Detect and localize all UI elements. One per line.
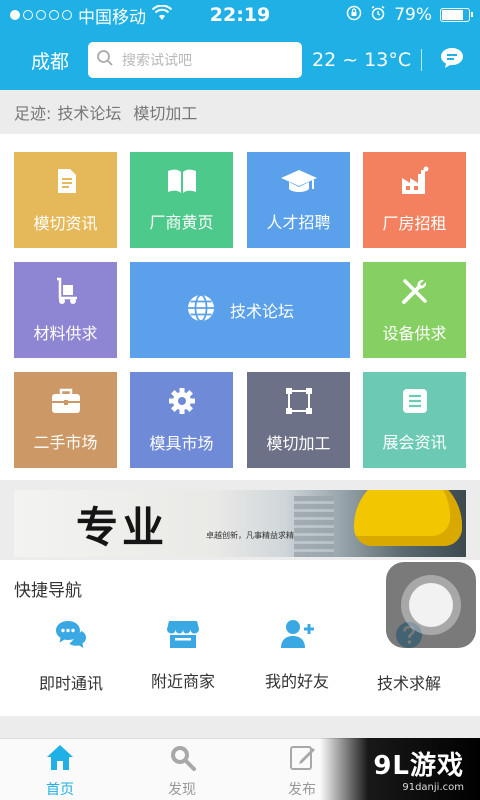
assistive-touch-ring [401, 575, 461, 635]
tab-discover[interactable]: 发现 [142, 743, 222, 799]
tab-label: 发布 [288, 782, 316, 798]
search-icon [168, 743, 196, 775]
rotation-lock-icon [346, 5, 362, 26]
quick-nav-label: 我的好友 [264, 672, 329, 691]
tab-label: 发现 [168, 782, 196, 798]
chat-bubbles-icon [53, 618, 89, 656]
assistive-touch-core [409, 583, 453, 627]
tile-label: 模具市场 [149, 434, 214, 453]
status-right: 79% [346, 5, 473, 26]
add-friend-icon [279, 618, 315, 654]
tile-die-cutting[interactable]: 模切加工 [247, 372, 350, 468]
edit-icon [288, 743, 316, 775]
footprint-item-forum[interactable]: 技术论坛 [57, 100, 121, 124]
battery-percent: 79% [394, 5, 432, 25]
watermark-logo: 9L游戏 [373, 751, 464, 781]
site-watermark: 9L游戏 91danji.com [320, 738, 480, 800]
battery-fill [442, 10, 463, 20]
tile-label: 材料供求 [33, 324, 98, 343]
quick-nav-chat[interactable]: 即时通讯 [16, 618, 126, 694]
chat-bubble-icon [439, 46, 465, 74]
status-left: 中国移动 [10, 3, 173, 28]
quick-nav-friends[interactable]: 我的好友 [242, 618, 352, 692]
city-selector[interactable]: 成都 [12, 47, 88, 74]
footprint-label: 足迹: [14, 104, 52, 123]
assistive-touch-button[interactable] [386, 562, 476, 648]
list-icon [401, 387, 429, 419]
wifi-icon [151, 4, 173, 26]
top-bar: 中国移动 22:19 79% 成都 搜索试试吧 22 ~ 13°C [0, 0, 480, 90]
tile-label: 二手市场 [33, 433, 98, 452]
tab-label: 首页 [46, 782, 74, 798]
hand-truck-icon [51, 276, 81, 310]
store-icon [166, 618, 200, 654]
quick-nav-label: 即时通讯 [38, 674, 103, 693]
tile-yellow-pages[interactable]: 厂商黄页 [130, 152, 233, 248]
alarm-icon [370, 5, 386, 26]
tile-tech-forum[interactable]: 技术论坛 [130, 262, 350, 358]
tile-label: 人才招聘 [266, 213, 331, 232]
home-icon [45, 743, 75, 775]
tile-equipment[interactable]: 设备供求 [363, 262, 466, 358]
factory-icon [399, 166, 431, 200]
search-input[interactable]: 搜索试试吧 [88, 42, 302, 78]
tile-label: 设备供求 [382, 324, 447, 343]
nav-bar: 成都 搜索试试吧 22 ~ 13°C [0, 30, 480, 90]
tile-label: 厂商黄页 [149, 213, 214, 232]
crop-frame-icon [284, 386, 314, 420]
status-bar: 中国移动 22:19 79% [0, 0, 480, 30]
tile-recruitment[interactable]: 人才招聘 [247, 152, 350, 248]
tile-factory-rent[interactable]: 厂房招租 [363, 152, 466, 248]
quick-nav-label: 技术求解 [376, 674, 441, 693]
weather-temperature: 22 ~ 13°C [312, 49, 423, 71]
globe-icon [186, 293, 216, 327]
tile-label: 展会资讯 [382, 433, 447, 452]
tile-second-hand[interactable]: 二手市场 [14, 372, 117, 468]
tile-label: 模切资讯 [33, 214, 98, 233]
tile-exhibition[interactable]: 展会资讯 [363, 372, 466, 468]
banner-building-graphic [294, 496, 334, 557]
carrier-name: 中国移动 [78, 7, 146, 28]
battery-icon [440, 8, 473, 22]
tile-label: 技术论坛 [229, 302, 294, 321]
document-icon [51, 166, 81, 200]
quick-nav-title: 快捷导航 [14, 581, 82, 601]
tile-label: 模切加工 [266, 434, 331, 453]
banner-title: 专业 [76, 503, 169, 552]
book-icon [166, 167, 198, 199]
promo-banner[interactable]: 专业 卓越创新，凡事精益求精 [14, 490, 466, 557]
search-placeholder: 搜索试试吧 [122, 53, 192, 69]
graduation-cap-icon [279, 167, 319, 199]
category-grid: 模切资讯 厂商黄页 人才招聘 厂房招租 材料供求 技术论坛 设备供求 二手市场 … [0, 134, 480, 480]
tools-icon [400, 276, 430, 310]
footprint-item-die-cutting[interactable]: 模切加工 [133, 100, 197, 124]
briefcase-icon [50, 387, 82, 419]
tab-home[interactable]: 首页 [20, 743, 100, 799]
message-button[interactable] [434, 42, 470, 78]
gear-icon [167, 386, 197, 420]
signal-dots-icon [10, 10, 72, 20]
banner-subtitle: 卓越创新，凡事精益求精 [206, 531, 294, 540]
watermark-url: 91danji.com [402, 782, 464, 793]
banner-helmet-graphic [354, 490, 462, 546]
tile-label: 厂房招租 [382, 214, 447, 233]
quick-nav-label: 附近商家 [150, 672, 215, 691]
footprint-breadcrumb: 足迹: 技术论坛 模切加工 [0, 90, 480, 134]
tile-news[interactable]: 模切资讯 [14, 152, 117, 248]
quick-nav-nearby-stores[interactable]: 附近商家 [128, 618, 238, 692]
tile-materials[interactable]: 材料供求 [14, 262, 117, 358]
search-icon [96, 49, 114, 71]
tile-mold-market[interactable]: 模具市场 [130, 372, 233, 468]
